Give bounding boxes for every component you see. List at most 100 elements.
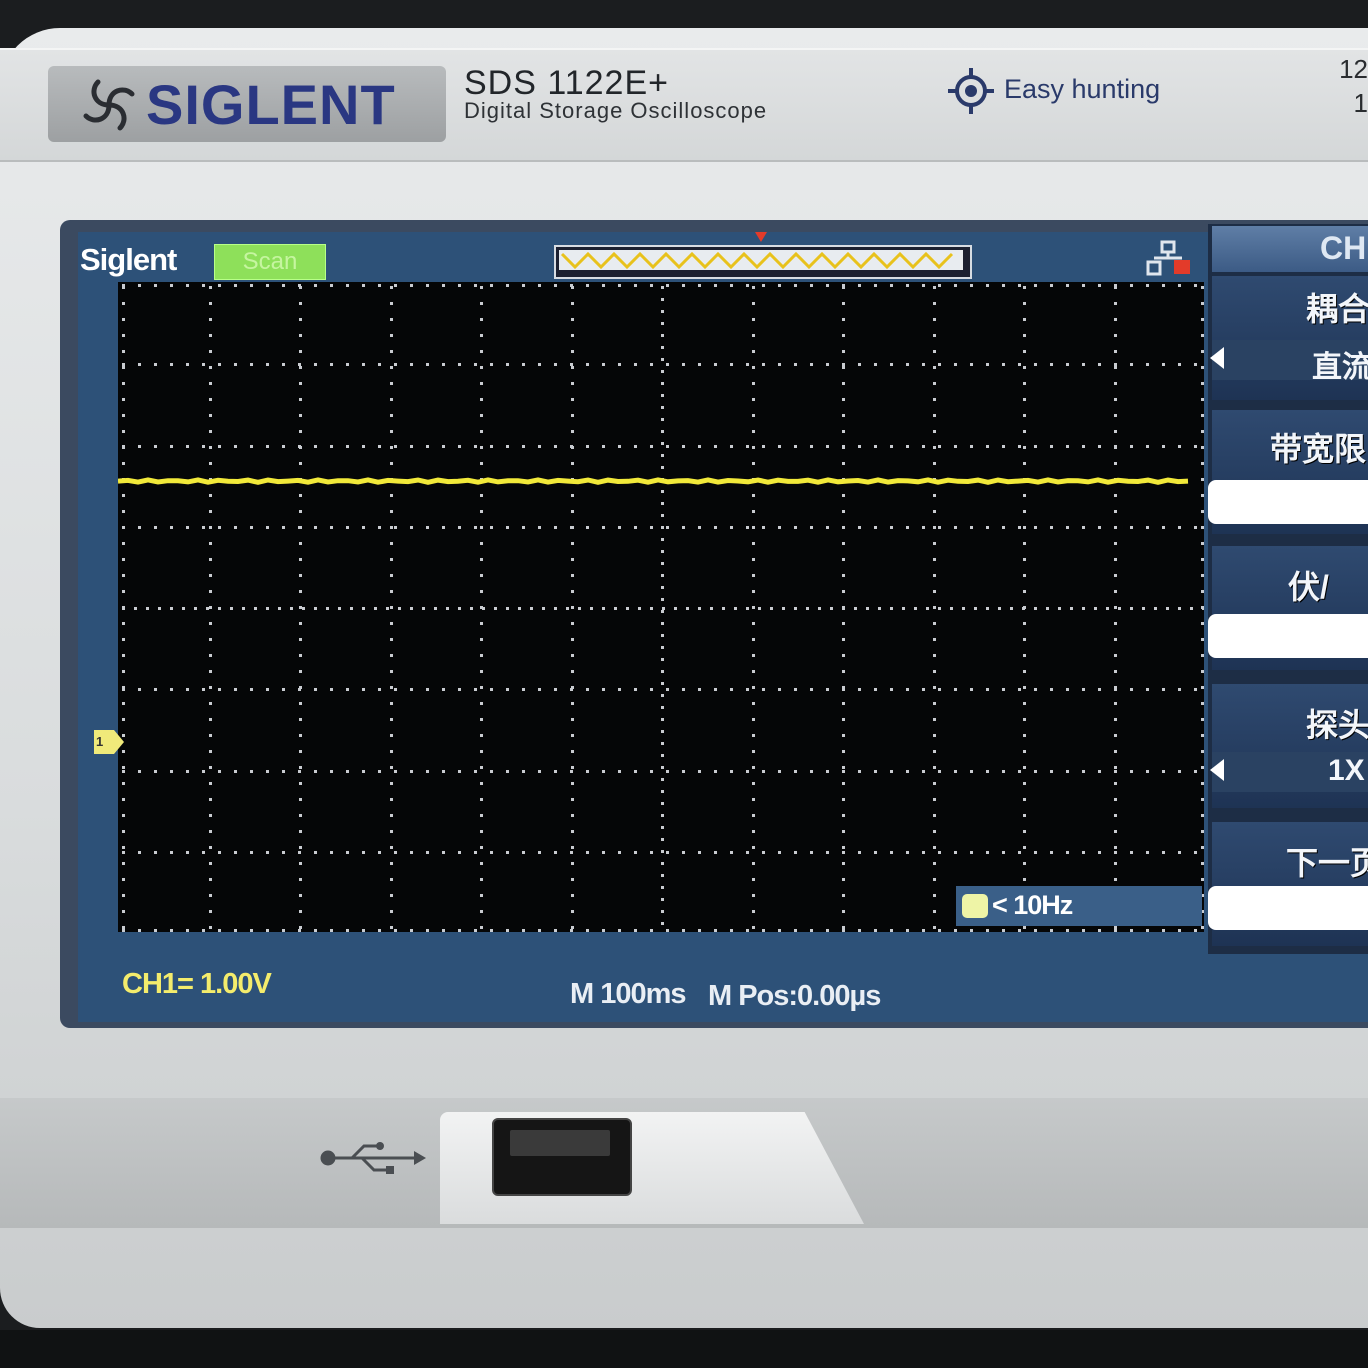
grid-dot — [1018, 284, 1021, 287]
grid-dot — [122, 382, 125, 385]
grid-dot — [922, 284, 925, 287]
grid-dot — [122, 862, 125, 865]
grid-dot — [426, 363, 429, 366]
grid-dot — [1066, 284, 1069, 287]
grid-dot — [682, 284, 685, 287]
grid-dot — [326, 607, 329, 610]
grid-dot — [1002, 445, 1005, 448]
grid-dot — [1010, 607, 1013, 610]
grid-dot — [390, 334, 393, 337]
grid-dot — [778, 284, 781, 287]
grid-dot — [1201, 526, 1204, 529]
grid-dot — [874, 688, 877, 691]
grid-dot — [378, 851, 381, 854]
grid-dot — [826, 929, 829, 932]
grid-dot — [662, 607, 665, 610]
grid-dot — [410, 770, 413, 773]
grid-dot — [202, 284, 205, 287]
grid-dot — [506, 284, 509, 287]
grid-dot — [1142, 607, 1145, 610]
grid-dot — [480, 446, 483, 449]
grid-dot — [1146, 363, 1149, 366]
grid-dot — [810, 688, 813, 691]
grid-dot — [661, 766, 664, 769]
grid-dot — [138, 284, 141, 287]
grid-dot — [299, 782, 302, 785]
grid-dot — [1023, 334, 1026, 337]
corner-label-bottom: 1 — [1353, 88, 1368, 118]
grid-dot — [266, 526, 269, 529]
grid-dot — [661, 430, 664, 433]
grid-dot — [1201, 622, 1204, 625]
grid-dot — [1023, 670, 1026, 673]
grid-dot — [1201, 462, 1204, 465]
grid-dot — [618, 851, 621, 854]
grid-dot — [1114, 398, 1117, 401]
grid-dot — [122, 798, 125, 801]
grid-dot — [1034, 770, 1037, 773]
grid-dot — [218, 363, 221, 366]
menu-label-coupling: 耦合 — [1306, 291, 1368, 327]
grid-dot — [390, 494, 393, 497]
grid-dot — [1023, 718, 1026, 721]
grid-dot — [1050, 851, 1053, 854]
grid-dot — [154, 929, 157, 932]
grid-dot — [480, 622, 483, 625]
grid-dot — [714, 526, 717, 529]
grid-dot — [842, 894, 845, 897]
grid-dot — [746, 851, 749, 854]
grid-dot — [1023, 494, 1026, 497]
grid-dot — [209, 366, 212, 369]
grid-dot — [986, 929, 989, 932]
grid-dot — [842, 910, 845, 913]
grid-dot — [480, 910, 483, 913]
grid-dot — [842, 526, 845, 529]
grid-dot — [480, 462, 483, 465]
grid-dot — [794, 851, 797, 854]
grid-dot — [1098, 770, 1101, 773]
grid-dot — [842, 686, 845, 689]
grid-dot — [218, 770, 221, 773]
grid-dot — [410, 688, 413, 691]
grid-dot — [1114, 558, 1117, 561]
grid-dot — [858, 688, 861, 691]
grid-dot — [299, 366, 302, 369]
grid-dot — [458, 363, 461, 366]
grid-dot — [842, 414, 845, 417]
grid-dot — [1023, 542, 1026, 545]
grid-dot — [752, 622, 755, 625]
grid-dot — [1082, 526, 1085, 529]
network-icon — [1146, 240, 1190, 276]
grid-dot — [390, 510, 393, 513]
grid-dot — [634, 363, 637, 366]
grid-dot — [661, 802, 664, 805]
grid-dot — [842, 766, 845, 769]
grid-dot — [346, 526, 349, 529]
grid-dot — [122, 590, 125, 593]
grid-dot — [970, 929, 973, 932]
usb-port-contact — [510, 1130, 610, 1156]
grid-dot — [480, 334, 483, 337]
grid-dot — [906, 770, 909, 773]
grid-dot — [138, 929, 141, 932]
grid-dot — [752, 702, 755, 705]
grid-dot — [170, 688, 173, 691]
grid-dot — [778, 526, 781, 529]
grid-dot — [842, 350, 845, 353]
ch1-marker-label: 1 — [96, 734, 104, 749]
grid-dot — [752, 318, 755, 321]
grid-dot — [830, 607, 833, 610]
grid-dot — [218, 526, 221, 529]
grid-dot — [778, 851, 781, 854]
grid-dot — [1066, 688, 1069, 691]
grid-dot — [1178, 445, 1181, 448]
grid-dot — [752, 286, 755, 289]
grid-dot — [506, 851, 509, 854]
usb-icon — [320, 1142, 426, 1174]
grid-dot — [390, 702, 393, 705]
grid-dot — [122, 542, 125, 545]
grid-dot — [778, 929, 781, 932]
grid-dot — [746, 445, 749, 448]
grid-dot — [122, 363, 125, 366]
grid-dot — [874, 363, 877, 366]
